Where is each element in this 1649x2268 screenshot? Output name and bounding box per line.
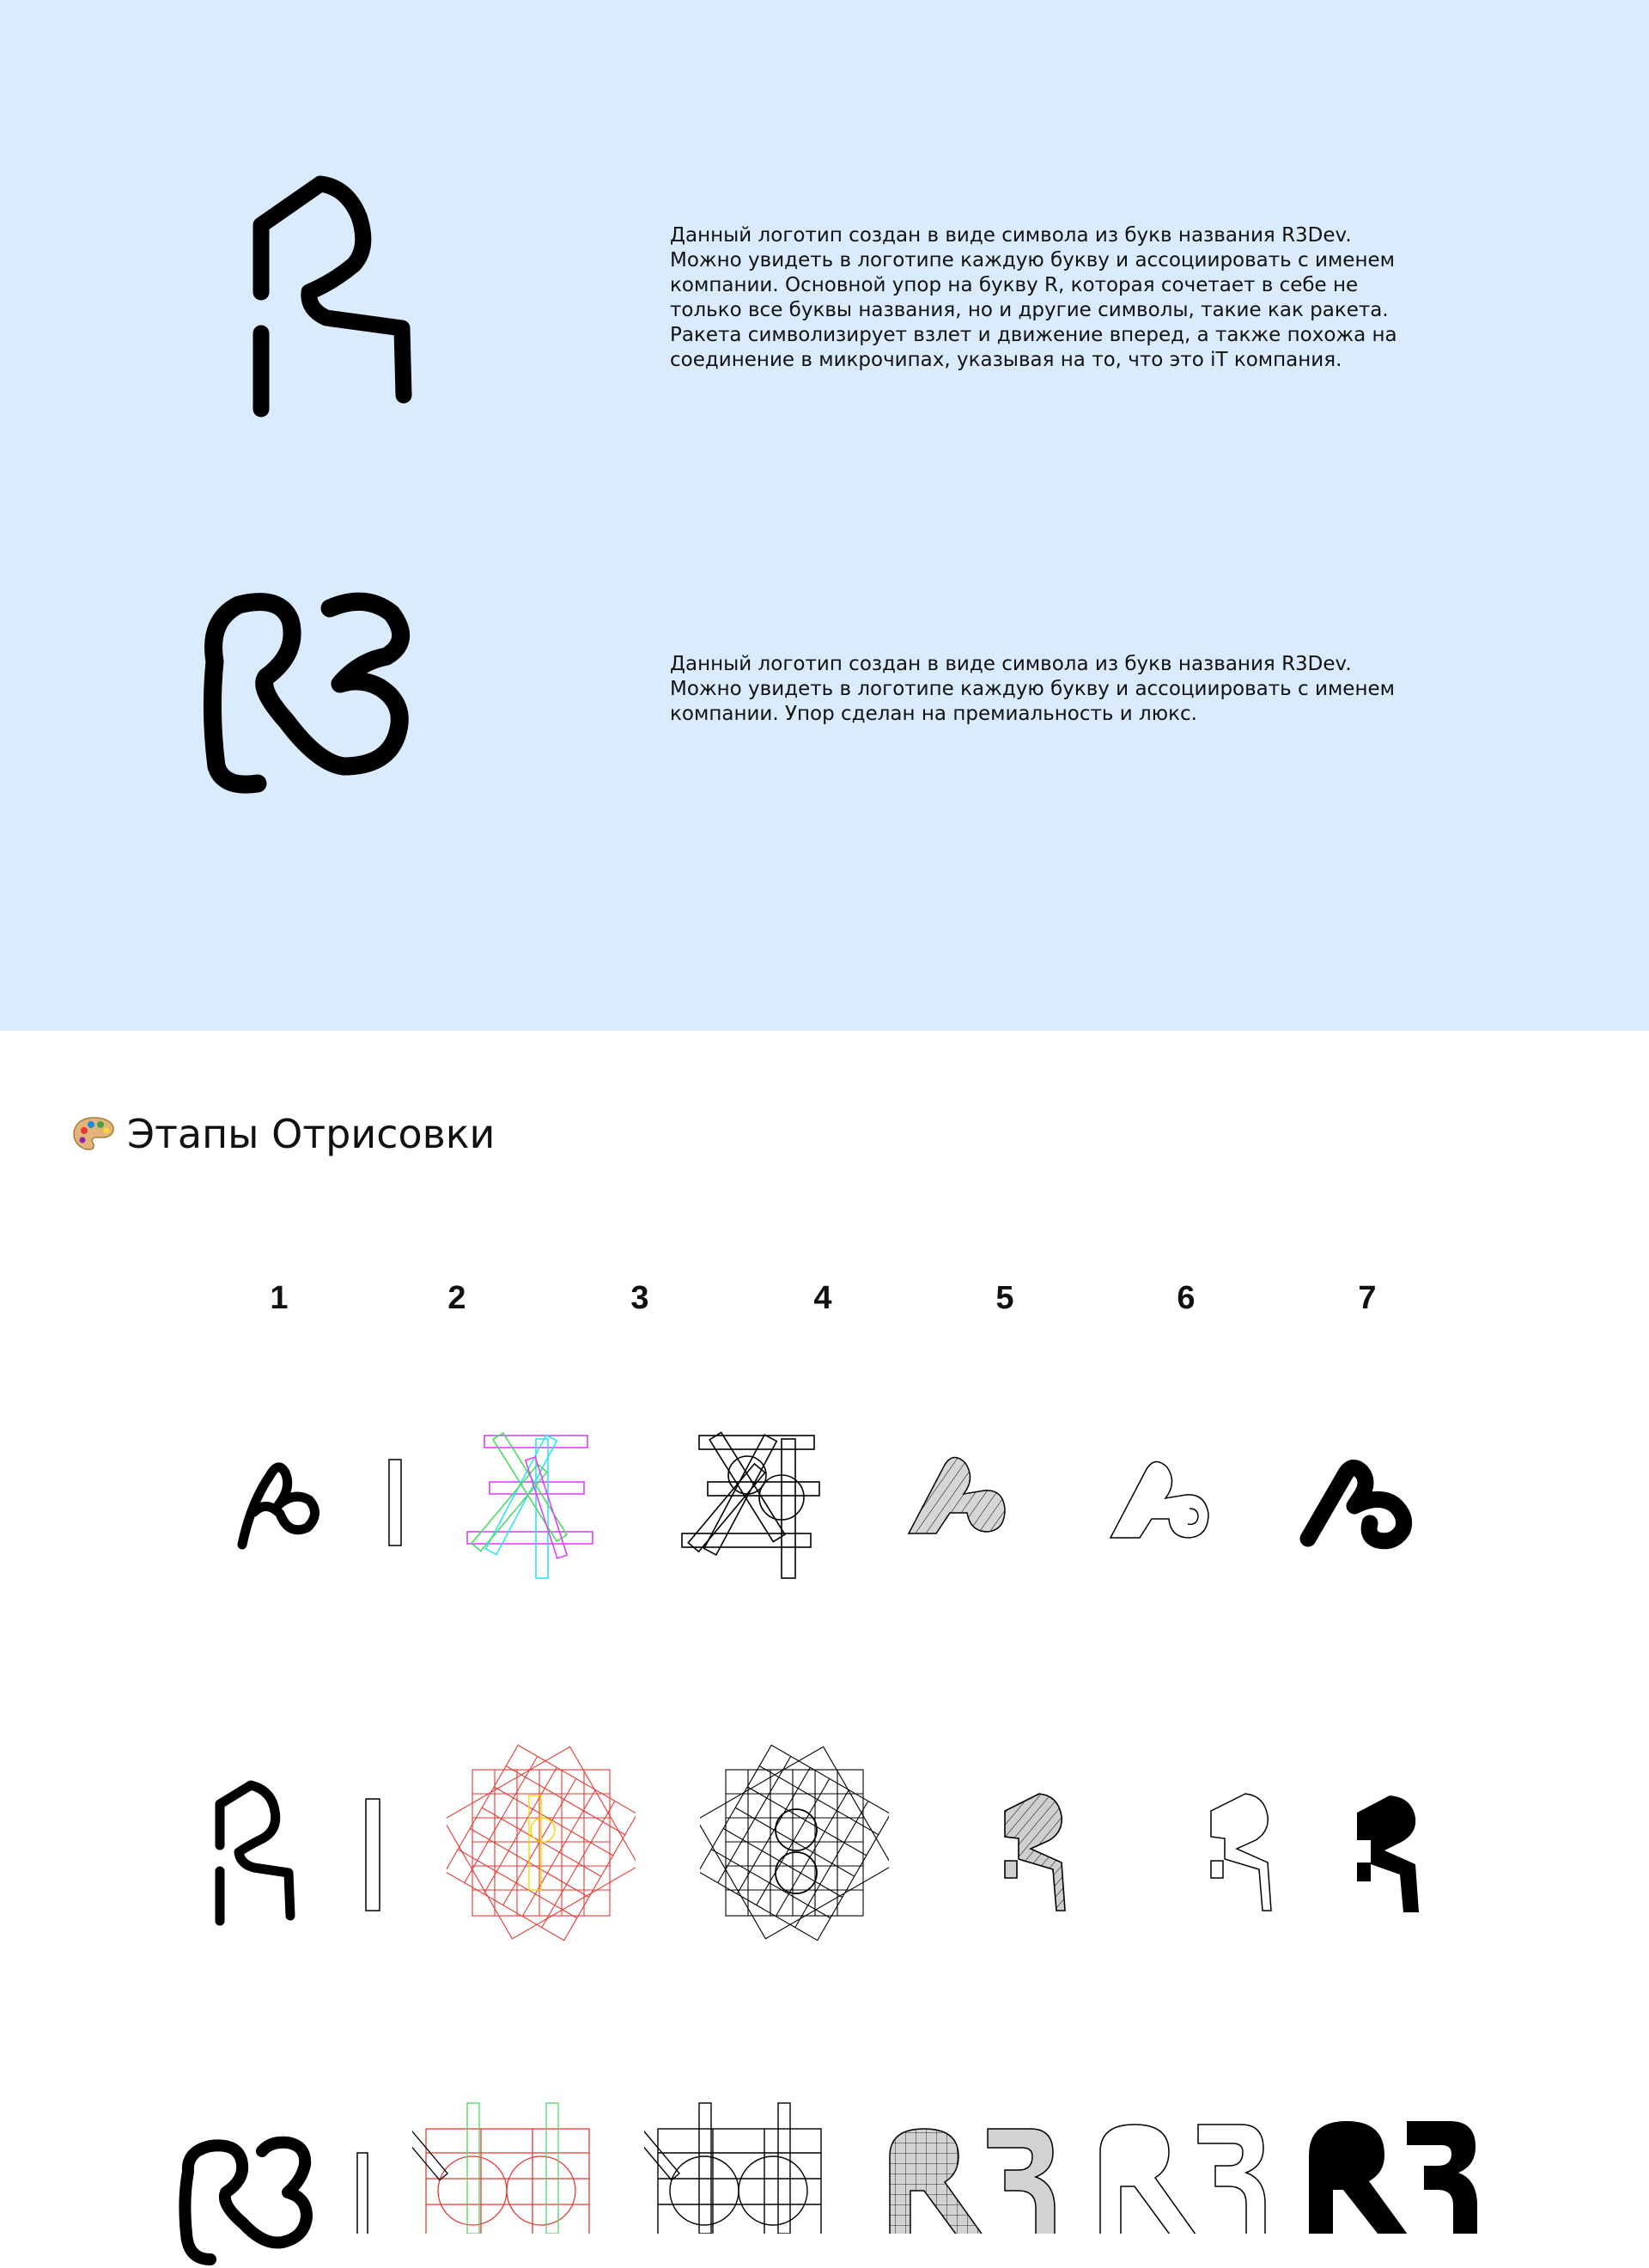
r-rocket-stage-1-sketch — [215, 1780, 295, 1926]
r3-stage-4-black-grid — [644, 2102, 822, 2234]
rb-stage-1-sketch — [237, 1462, 319, 1550]
rb-stage-7-final — [1299, 1460, 1413, 1550]
r-rocket-stage-5-hatched-outline — [1004, 1793, 1066, 1911]
palette-icon — [73, 1117, 114, 1150]
step-number-3: 3 — [630, 1280, 649, 1316]
step-number-4: 4 — [813, 1280, 832, 1316]
step-number-6: 6 — [1177, 1280, 1196, 1316]
r-rocket-stage-6-outline — [1210, 1793, 1272, 1911]
step-number-row: 1 2 3 4 5 6 7 — [0, 1280, 1649, 1323]
rb-stage-3-color-grid — [466, 1431, 593, 1579]
r3-logo-stages — [0, 2096, 1649, 2265]
r-rocket-stage-4-black-grid — [700, 1744, 889, 1942]
stages-heading: Этапы Отрисовки — [72, 1108, 495, 1160]
r-rocket-logo-stages — [0, 1744, 1649, 1942]
r3-stage-3-color-grid — [412, 2102, 590, 2234]
r3-stage-7-final — [1309, 2121, 1477, 2234]
r3-stage-2-bar — [356, 2152, 368, 2234]
r3-sketch-logo — [203, 592, 411, 794]
r-rocket-stage-7-final — [1357, 1796, 1419, 1912]
r-rocket-stage-3-red-grid — [447, 1744, 636, 1942]
concept-1-description: Данный логотип создан в виде символа из … — [670, 224, 1397, 371]
r3-stage-5-hatched-outline — [889, 2128, 1056, 2234]
step-number-2: 2 — [447, 1280, 466, 1316]
concepts-panel: Данный логотип создан в виде символа из … — [0, 0, 1649, 1031]
concept-2-description: Данный логотип создан в виде символа из … — [670, 653, 1395, 725]
step-number-7: 7 — [1358, 1280, 1377, 1316]
rb-stage-4-black-grid — [681, 1431, 820, 1579]
rb-logo-stages — [0, 1418, 1649, 1589]
r-rocket-stage-2-bar — [365, 1798, 380, 1911]
rb-stage-6-outline — [1109, 1460, 1209, 1539]
r-rocket-sketch-logo — [253, 175, 412, 418]
rb-stage-2-bar — [388, 1459, 402, 1546]
r3-stage-1-sketch — [179, 2136, 313, 2265]
step-number-1: 1 — [270, 1280, 289, 1316]
rb-stage-5-hatched-outline — [907, 1456, 1006, 1534]
r3-stage-6-outline — [1099, 2124, 1266, 2234]
step-number-5: 5 — [995, 1280, 1014, 1316]
stages-title: Этапы Отрисовки — [127, 1111, 496, 1157]
